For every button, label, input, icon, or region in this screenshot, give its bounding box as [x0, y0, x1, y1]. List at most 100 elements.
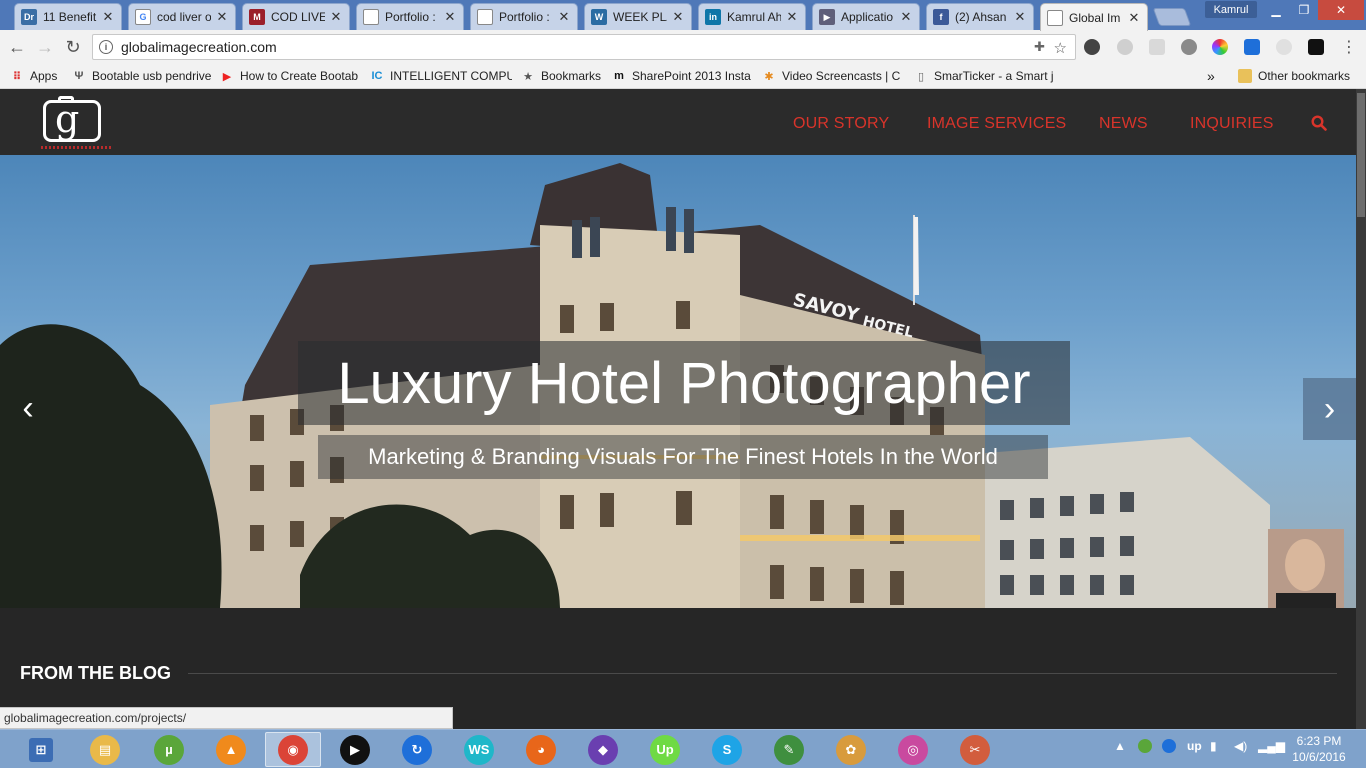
- browser-tab[interactable]: Dr 11 Benefit ✕: [14, 3, 122, 30]
- back-button[interactable]: ←: [6, 36, 28, 58]
- page-scrollbar[interactable]: [1356, 89, 1366, 729]
- tray-device-icon[interactable]: ▮: [1210, 739, 1217, 753]
- bookmark-item[interactable]: ★ Bookmarks: [521, 68, 605, 84]
- close-tab-icon[interactable]: ✕: [101, 9, 115, 25]
- extension-gray-icon[interactable]: [1117, 39, 1133, 55]
- new-tab-button[interactable]: [1152, 8, 1192, 26]
- m-icon: M: [249, 9, 265, 25]
- bookmarks-overflow-button[interactable]: »: [1207, 68, 1215, 84]
- browser-tab[interactable]: ▶ Applicatio ✕: [812, 3, 920, 30]
- tray-expand-icon[interactable]: ▲: [1114, 739, 1126, 753]
- taskbar-item[interactable]: ◉: [265, 732, 321, 767]
- next-slide-button[interactable]: ›: [1303, 378, 1356, 440]
- close-tab-icon[interactable]: ✕: [215, 9, 229, 25]
- page-icon: [363, 9, 379, 25]
- nav-inquiries[interactable]: INQUIRIES: [1190, 115, 1274, 133]
- info-icon[interactable]: i: [99, 40, 113, 54]
- taskbar-item[interactable]: ◆: [575, 732, 631, 767]
- status-bar-url: globalimagecreation.com/projects/: [0, 707, 453, 729]
- extension-grid-icon[interactable]: [1149, 39, 1165, 55]
- nav-news[interactable]: NEWS: [1099, 115, 1148, 133]
- taskbar-item[interactable]: ✎: [761, 732, 817, 767]
- extension-blue-icon[interactable]: [1244, 39, 1260, 55]
- extension-moon-icon[interactable]: [1084, 39, 1100, 55]
- bookmark-label: SharePoint 2013 Insta: [632, 69, 751, 83]
- browser-tab[interactable]: Gcod liver o ✕: [128, 3, 236, 30]
- network-icon[interactable]: ▂▄▆: [1258, 739, 1285, 753]
- browser-tab[interactable]: in Kamrul Ah ✕: [698, 3, 806, 30]
- close-window-button[interactable]: ✕: [1318, 0, 1364, 20]
- tab-strip: Dr 11 Benefit ✕ Gcod liver o ✕ M COD LIVE ✕ Port…: [0, 0, 1366, 31]
- taskbar-item[interactable]: S: [699, 732, 755, 767]
- chrome-menu-icon[interactable]: ⋮: [1338, 36, 1360, 58]
- reload-button[interactable]: ↻: [62, 36, 84, 58]
- bookmark-item[interactable]: ▯ SmarTicker - a Smart j: [914, 68, 1054, 84]
- extension-light-icon[interactable]: [1276, 39, 1292, 55]
- taskbar-item[interactable]: ▤: [77, 732, 133, 767]
- taskbar-item[interactable]: ▲: [203, 732, 259, 767]
- browser-tab[interactable]: f (2) Ahsan ✕: [926, 3, 1034, 30]
- bookmark-item[interactable]: ✱ Video Screencasts | C: [762, 68, 904, 84]
- page-icon: ▯: [917, 70, 925, 83]
- scrollbar-thumb[interactable]: [1357, 93, 1365, 217]
- taskbar-item[interactable]: ▶: [327, 732, 383, 767]
- bookmark-item[interactable]: ⠿ Apps: [10, 68, 66, 84]
- tray-teamviewer-icon[interactable]: [1162, 739, 1176, 753]
- close-tab-icon[interactable]: ✕: [443, 9, 457, 25]
- nav-image-services[interactable]: IMAGE SERVICES: [927, 115, 1066, 133]
- tray-utorrent-icon[interactable]: [1138, 739, 1152, 753]
- tray-upwork-icon[interactable]: up: [1187, 739, 1202, 753]
- blocked-plugin-icon[interactable]: ✚: [1034, 39, 1045, 55]
- ic-icon: IC: [371, 70, 383, 82]
- bookmark-label: Bootable usb pendrive: [92, 69, 212, 83]
- bookmark-item[interactable]: Ψ Bootable usb pendrive: [72, 68, 212, 84]
- usb-icon: Ψ: [74, 70, 84, 82]
- extension-dark-icon[interactable]: [1308, 39, 1324, 55]
- address-bar[interactable]: i globalimagecreation.com ✚ ☆: [92, 34, 1076, 60]
- forward-button[interactable]: →: [34, 36, 56, 58]
- system-clock[interactable]: 6:23 PM 10/6/2016: [1286, 733, 1352, 765]
- profile-button[interactable]: Kamrul: [1205, 1, 1257, 18]
- browser-tab[interactable]: W WEEK PLA ✕: [584, 3, 692, 30]
- taskbar-item[interactable]: ✿: [823, 732, 879, 767]
- close-tab-icon[interactable]: ✕: [899, 9, 913, 25]
- minimize-button[interactable]: ▁: [1262, 0, 1290, 20]
- google-icon: G: [135, 9, 151, 25]
- bookmark-item[interactable]: ▶ How to Create Bootab: [220, 68, 362, 84]
- close-tab-icon[interactable]: ✕: [785, 9, 799, 25]
- browser-tab[interactable]: Portfolio : ✕: [470, 3, 578, 30]
- extension-cube-icon[interactable]: [1181, 39, 1197, 55]
- site-logo[interactable]: g: [41, 96, 113, 151]
- browser-tab[interactable]: Global Im ✕: [1040, 3, 1148, 31]
- close-tab-icon[interactable]: ✕: [671, 9, 685, 25]
- browser-tab[interactable]: Portfolio : ✕: [356, 3, 464, 30]
- taskbar-item[interactable]: ✂: [947, 732, 1003, 767]
- address-text[interactable]: globalimagecreation.com: [121, 39, 277, 55]
- browser-tab[interactable]: M COD LIVE ✕: [242, 3, 350, 30]
- other-bookmarks[interactable]: Other bookmarks: [1238, 68, 1350, 84]
- volume-icon[interactable]: ◀): [1234, 739, 1247, 753]
- nav-our-story[interactable]: OUR STORY: [793, 115, 889, 133]
- close-tab-icon[interactable]: ✕: [1013, 9, 1027, 25]
- taskbar-item[interactable]: ↻: [389, 732, 445, 767]
- taskbar-item[interactable]: ⊞: [18, 732, 64, 767]
- utorrent-icon: µ: [154, 734, 184, 765]
- linkedin-icon: in: [705, 9, 721, 25]
- taskbar-item[interactable]: Up: [637, 732, 693, 767]
- extension-color-wheel-icon[interactable]: [1212, 39, 1228, 55]
- bookmark-item[interactable]: m SharePoint 2013 Insta: [612, 68, 754, 84]
- close-tab-icon[interactable]: ✕: [1127, 10, 1141, 26]
- taskbar-item[interactable]: ◎: [885, 732, 941, 767]
- close-tab-icon[interactable]: ✕: [557, 9, 571, 25]
- taskbar-item[interactable]: WS: [451, 732, 507, 767]
- bookmark-star-icon[interactable]: ☆: [1054, 39, 1067, 57]
- close-tab-icon[interactable]: ✕: [329, 9, 343, 25]
- maximize-button[interactable]: ❐: [1290, 0, 1318, 20]
- bookmark-item[interactable]: IC INTELLIGENT COMPUT: [370, 68, 513, 84]
- previous-slide-button[interactable]: ‹: [10, 377, 46, 439]
- search-icon[interactable]: [1311, 115, 1327, 131]
- taskbar-item[interactable]: ◕: [513, 732, 569, 767]
- file-explorer-icon: ▤: [90, 734, 120, 765]
- taskbar-item[interactable]: µ: [141, 732, 197, 767]
- visual-studio-icon: ▶: [819, 9, 835, 25]
